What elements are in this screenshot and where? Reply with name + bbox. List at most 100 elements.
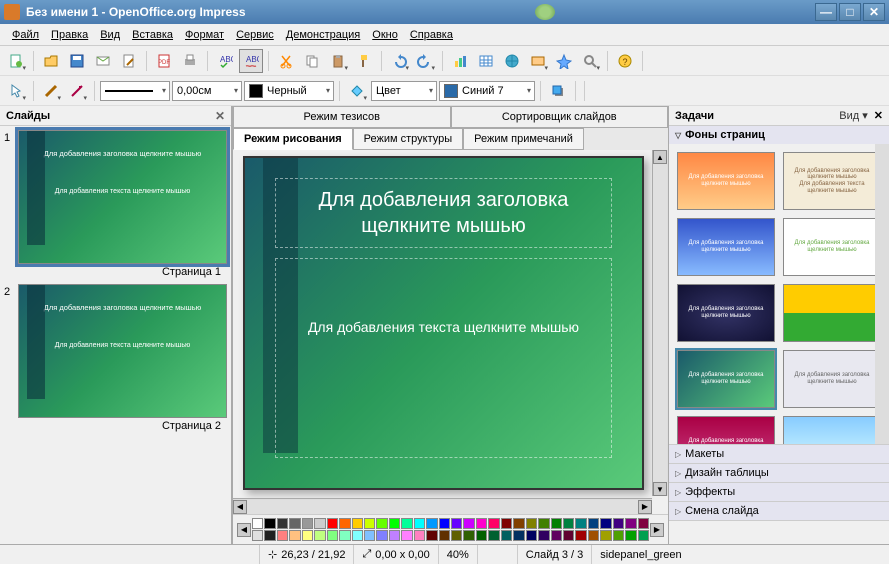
color-cell[interactable] bbox=[414, 530, 425, 541]
menu-slideshow[interactable]: Демонстрация bbox=[280, 27, 367, 43]
line-style-combo[interactable] bbox=[100, 81, 170, 101]
color-cell[interactable] bbox=[302, 530, 313, 541]
color-cell[interactable] bbox=[526, 518, 537, 529]
bg-thumb[interactable]: Для добавления заголовка щелкните мышью bbox=[677, 284, 775, 342]
save-button[interactable] bbox=[65, 49, 89, 73]
tasks-close[interactable]: ✕ bbox=[874, 109, 883, 122]
status-zoom[interactable]: 40% bbox=[439, 545, 478, 564]
bg-thumb[interactable] bbox=[783, 416, 881, 444]
menu-window[interactable]: Окно bbox=[366, 27, 404, 43]
fill-type-combo[interactable]: Цвет bbox=[371, 81, 437, 101]
help-button[interactable]: ? bbox=[613, 49, 637, 73]
menu-format[interactable]: Формат bbox=[179, 27, 230, 43]
bg-thumb[interactable]: Для добавления заголовка щелкните мышью bbox=[677, 350, 775, 408]
bg-thumb[interactable]: Для добавления заголовка щелкните мышью bbox=[677, 416, 775, 444]
color-cell[interactable] bbox=[389, 530, 400, 541]
scroll-down-button[interactable]: ▼ bbox=[653, 482, 667, 496]
email-button[interactable] bbox=[91, 49, 115, 73]
color-cell[interactable] bbox=[463, 530, 474, 541]
menu-file[interactable]: Файл bbox=[6, 27, 45, 43]
format-paintbrush-button[interactable] bbox=[352, 49, 376, 73]
bg-thumb[interactable]: Для добавления заголовка щелкните мышью bbox=[783, 218, 881, 276]
color-cell[interactable] bbox=[588, 518, 599, 529]
line-color-combo[interactable]: Черный bbox=[244, 81, 334, 101]
color-cell[interactable] bbox=[364, 530, 375, 541]
open-button[interactable] bbox=[39, 49, 63, 73]
color-cell[interactable] bbox=[513, 530, 524, 541]
color-cell[interactable] bbox=[327, 518, 338, 529]
slide-canvas[interactable]: Для добавления заголовка щелкните мышью … bbox=[243, 156, 644, 490]
tab-outline-mode[interactable]: Режим тезисов bbox=[233, 106, 451, 127]
color-cell[interactable] bbox=[563, 530, 574, 541]
color-cell[interactable] bbox=[252, 518, 263, 529]
color-cell[interactable] bbox=[538, 518, 549, 529]
body-placeholder[interactable]: Для добавления текста щелкните мышью bbox=[275, 258, 612, 458]
color-cell[interactable] bbox=[488, 530, 499, 541]
color-cell[interactable] bbox=[401, 518, 412, 529]
spellcheck-button[interactable]: ABC bbox=[213, 49, 237, 73]
bg-thumb[interactable]: Для добавления заголовка щелкните мышью bbox=[783, 350, 881, 408]
color-cell[interactable] bbox=[476, 530, 487, 541]
color-cell[interactable] bbox=[638, 530, 649, 541]
new-button[interactable] bbox=[4, 49, 28, 73]
color-cell[interactable] bbox=[264, 518, 275, 529]
color-cell[interactable] bbox=[488, 518, 499, 529]
color-cell[interactable] bbox=[376, 518, 387, 529]
color-cell[interactable] bbox=[364, 518, 375, 529]
color-cell[interactable] bbox=[426, 518, 437, 529]
shadow-button[interactable] bbox=[546, 79, 570, 103]
color-cell[interactable] bbox=[314, 518, 325, 529]
arrow-style-button[interactable] bbox=[65, 79, 89, 103]
arrow-select-button[interactable] bbox=[4, 79, 28, 103]
autospell-button[interactable]: ABC bbox=[239, 49, 263, 73]
color-cell[interactable] bbox=[625, 518, 636, 529]
color-cell[interactable] bbox=[451, 518, 462, 529]
chart-button[interactable] bbox=[448, 49, 472, 73]
color-cell[interactable] bbox=[439, 530, 450, 541]
export-pdf-button[interactable]: PDF bbox=[152, 49, 176, 73]
color-cell[interactable] bbox=[289, 518, 300, 529]
color-cell[interactable] bbox=[476, 518, 487, 529]
minimize-button[interactable]: — bbox=[815, 3, 837, 21]
section-backgrounds-header[interactable]: ▽Фоны страниц bbox=[669, 126, 889, 144]
bg-scrollbar[interactable] bbox=[875, 144, 889, 444]
color-cell[interactable] bbox=[389, 518, 400, 529]
color-cell[interactable] bbox=[638, 518, 649, 529]
color-cell[interactable] bbox=[563, 518, 574, 529]
color-cell[interactable] bbox=[600, 518, 611, 529]
color-cell[interactable] bbox=[277, 530, 288, 541]
slide-thumbnail[interactable]: Для добавления заголовка щелкните мышью … bbox=[18, 130, 227, 264]
bg-thumb[interactable]: Для добавления заголовка щелкните мышью bbox=[677, 218, 775, 276]
color-cell[interactable] bbox=[302, 518, 313, 529]
menu-insert[interactable]: Вставка bbox=[126, 27, 179, 43]
color-cell[interactable] bbox=[339, 530, 350, 541]
grid-button[interactable] bbox=[526, 49, 550, 73]
color-cell[interactable] bbox=[551, 530, 562, 541]
color-cell[interactable] bbox=[575, 518, 586, 529]
scroll-right-button[interactable]: ▶ bbox=[638, 500, 652, 514]
color-cell[interactable] bbox=[451, 530, 462, 541]
menu-tools[interactable]: Сервис bbox=[230, 27, 280, 43]
color-cell[interactable] bbox=[401, 530, 412, 541]
color-cell[interactable] bbox=[327, 530, 338, 541]
color-cell[interactable] bbox=[376, 530, 387, 541]
line-width-combo[interactable]: 0,00см bbox=[172, 81, 242, 101]
fill-button[interactable] bbox=[345, 79, 369, 103]
title-placeholder[interactable]: Для добавления заголовка щелкните мышью bbox=[275, 178, 612, 248]
undo-button[interactable] bbox=[387, 49, 411, 73]
vertical-scrollbar[interactable]: ▲ ▼ bbox=[652, 150, 668, 496]
paste-button[interactable] bbox=[326, 49, 350, 73]
color-cell[interactable] bbox=[252, 530, 263, 541]
color-cell[interactable] bbox=[513, 518, 524, 529]
color-cell[interactable] bbox=[613, 530, 624, 541]
color-cell[interactable] bbox=[277, 518, 288, 529]
section-layouts-header[interactable]: ▷Макеты bbox=[669, 445, 889, 463]
zoom-button[interactable] bbox=[578, 49, 602, 73]
color-cell[interactable] bbox=[575, 530, 586, 541]
horizontal-scrollbar[interactable]: ◀ ▶ bbox=[233, 498, 652, 514]
color-cell[interactable] bbox=[625, 530, 636, 541]
menu-help[interactable]: Справка bbox=[404, 27, 459, 43]
table-button[interactable] bbox=[474, 49, 498, 73]
tab-slide-sorter[interactable]: Сортировщик слайдов bbox=[451, 106, 669, 127]
color-cell[interactable] bbox=[352, 518, 363, 529]
